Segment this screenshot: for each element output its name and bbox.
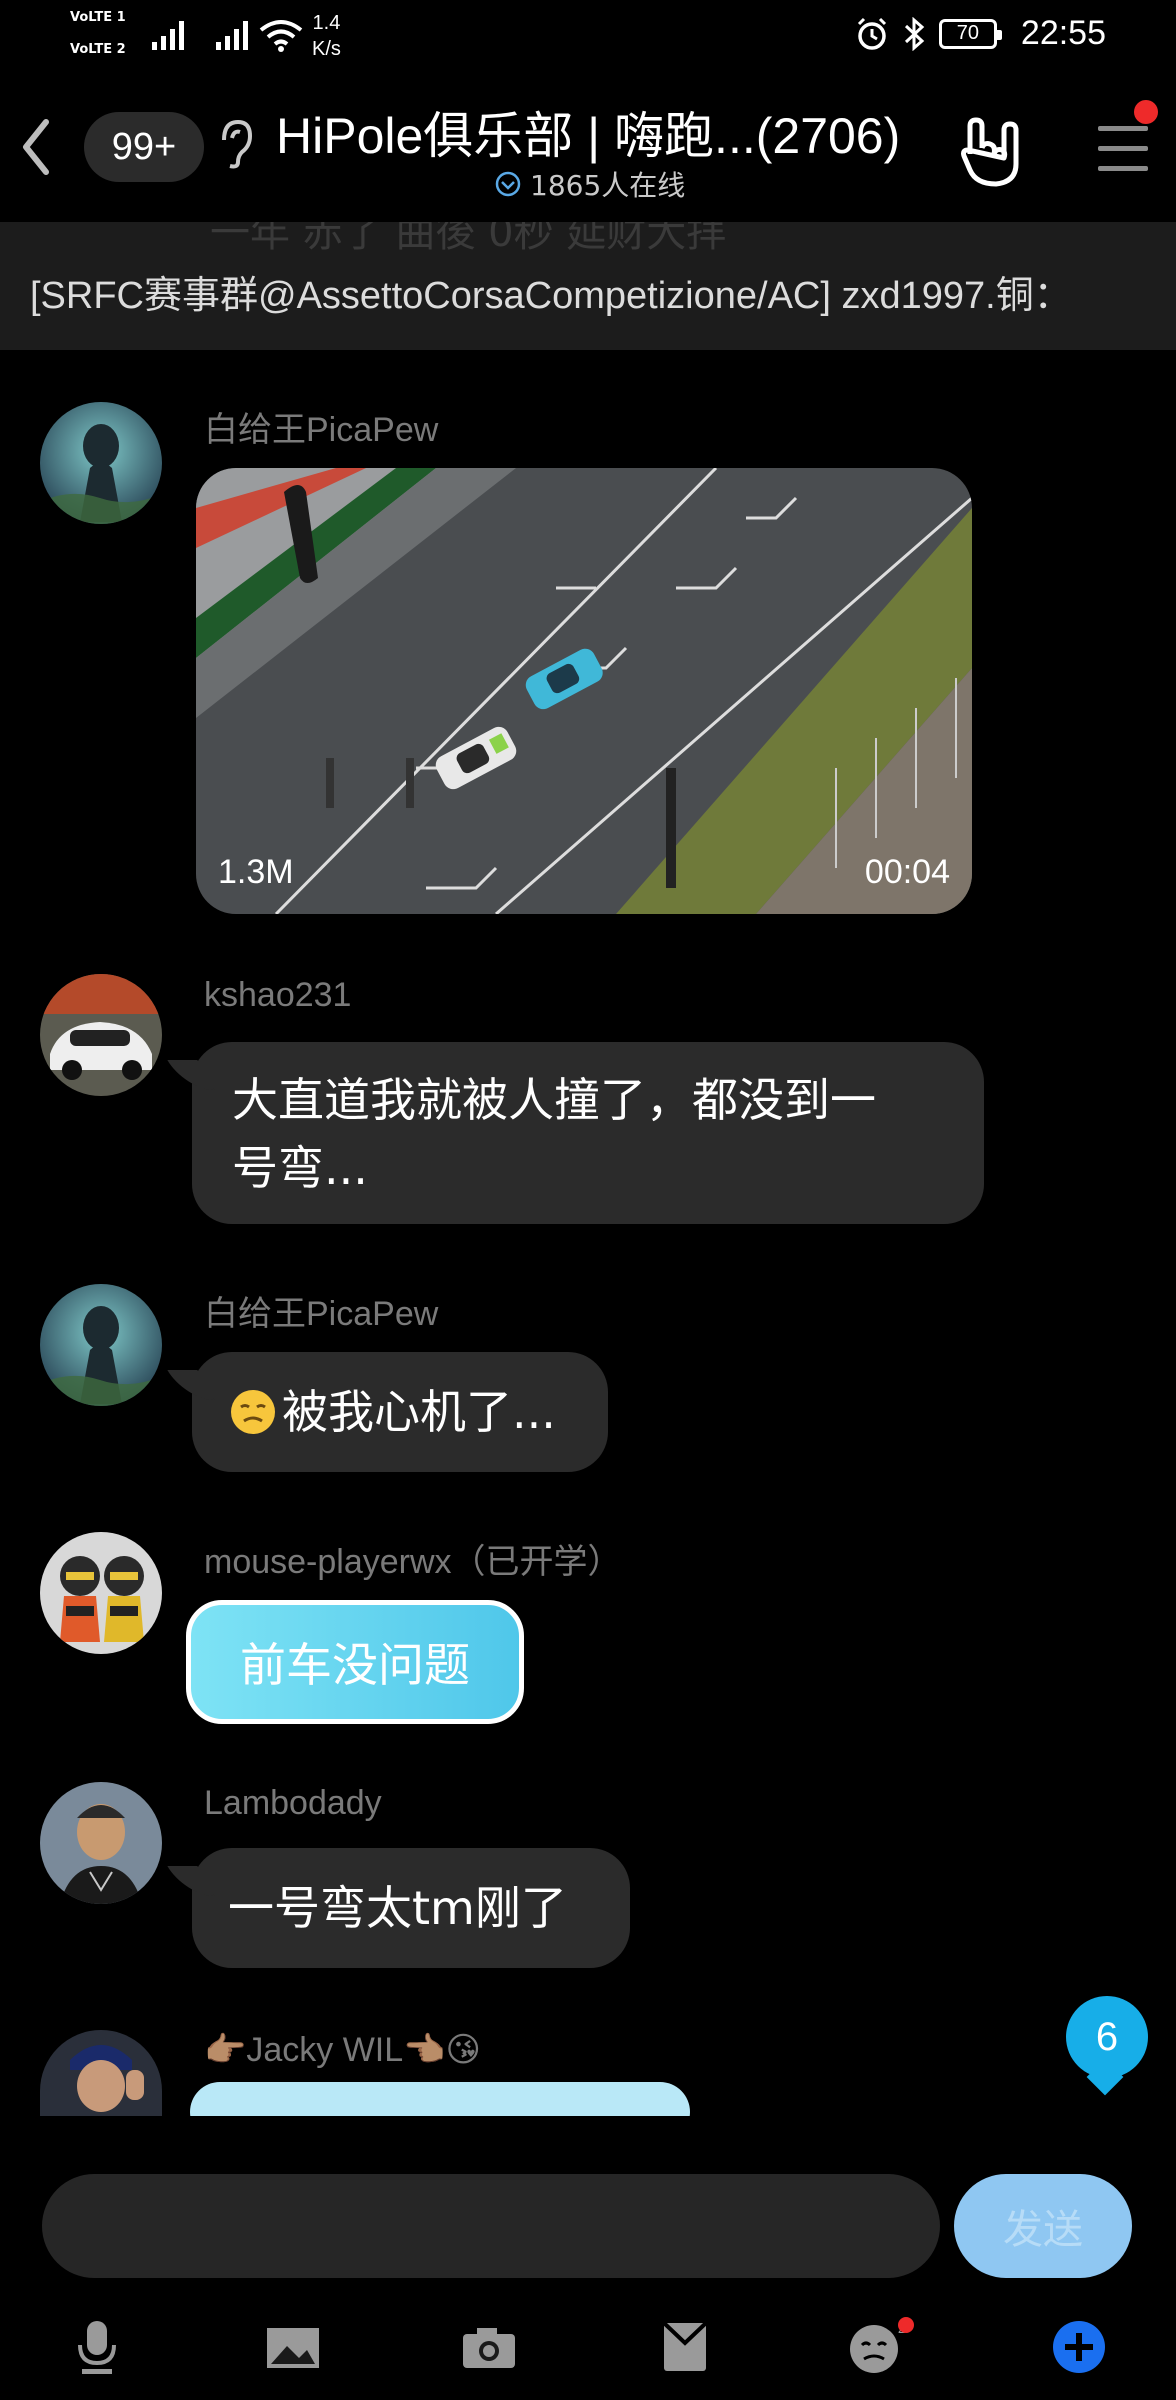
- battery-icon: 70: [938, 18, 1002, 49]
- ear-mode-icon[interactable]: [212, 108, 256, 178]
- plus-icon: [1053, 2321, 1105, 2373]
- input-bar: 发送: [0, 2116, 1176, 2400]
- new-messages-badge[interactable]: 6: [1066, 1996, 1148, 2078]
- sender-name: Lambodady: [204, 1784, 382, 1822]
- race-video-thumbnail: [196, 468, 972, 914]
- notification-dot: [1134, 100, 1158, 124]
- voice-button[interactable]: [62, 2312, 132, 2382]
- video-duration: 00:04: [864, 853, 950, 891]
- avatar-picapew-image: [40, 402, 162, 524]
- video-size: 1.3M: [218, 853, 294, 891]
- back-arrow-icon[interactable]: [14, 112, 58, 182]
- unread-count-badge[interactable]: 99+: [84, 112, 204, 182]
- avatar[interactable]: [40, 1782, 162, 1904]
- sender-name: 白给王PicaPew: [204, 1295, 439, 1333]
- avatar-porsche-image: [40, 974, 162, 1096]
- video-message[interactable]: 1.3M 00:04: [196, 468, 972, 914]
- message-text-line-2: 号弯...: [232, 1141, 368, 1195]
- online-count[interactable]: 1865人在线: [494, 164, 685, 204]
- red-packet-icon: [662, 2321, 708, 2371]
- avatar[interactable]: [40, 402, 162, 524]
- rock-hand-icon[interactable]: [956, 112, 1026, 192]
- send-button[interactable]: 发送: [954, 2174, 1132, 2278]
- message-text: 一号弯太tm刚了: [228, 1881, 567, 1935]
- clock: 22:55: [1020, 14, 1106, 52]
- group-title[interactable]: HiPole俱乐部 | 嗨跑...(2706): [276, 96, 936, 168]
- avatar-helmets-image: [40, 1532, 162, 1654]
- announcement-bar[interactable]: 一年 赤了 曲後 0秒 延财大拝 [SRFC赛事群@AssettoCorsaCo…: [0, 222, 1176, 350]
- microphone-icon: [78, 2321, 116, 2374]
- announcement-text: [SRFC赛事群@AssettoCorsaCompetizione/AC] zx…: [30, 275, 1072, 317]
- red-packet-button[interactable]: [650, 2312, 720, 2382]
- volte-1-indicator: VoLTE 1: [70, 10, 126, 25]
- image-icon: [267, 2328, 319, 2368]
- emoji-notification-dot: [898, 2317, 914, 2333]
- input-toolbar: z: [0, 2312, 1176, 2392]
- sender-name: kshao231: [204, 976, 352, 1014]
- signal-1-icon: [152, 21, 184, 50]
- online-status-icon: [495, 171, 521, 197]
- emoji-button[interactable]: z: [846, 2312, 916, 2382]
- sender-name: mouse-playerwx（已开学）: [204, 1543, 622, 1581]
- chat-header: 99+ HiPole俱乐部 | 嗨跑...(2706) 1865人在线: [0, 72, 1176, 222]
- bluetooth-icon: [904, 16, 925, 51]
- avatar-jacky-image: [40, 2030, 162, 2116]
- text-bubble[interactable]: 一号弯太tm刚了: [192, 1848, 630, 1968]
- emoji-icon: z: [850, 2317, 914, 2373]
- image-button[interactable]: [258, 2312, 328, 2382]
- camera-button[interactable]: [454, 2312, 524, 2382]
- status-bar: VoLTE 1 VoLTE 2 1.4 K/s 70 22:55: [0, 0, 1176, 72]
- avatar-lambodady-image: [40, 1782, 162, 1904]
- group-menu-button[interactable]: [1084, 100, 1168, 200]
- avatar-picapew-image: [40, 1284, 162, 1406]
- partial-bubble[interactable]: [190, 2082, 690, 2118]
- avatar[interactable]: [40, 2030, 162, 2116]
- more-button[interactable]: [1044, 2312, 1114, 2382]
- alarm-icon: [857, 17, 886, 50]
- sender-name: 👉🏽Jacky WIL👈🏽😘: [204, 2031, 481, 2069]
- message-text-line-1: 大直道我就被人撞了，都没到一: [232, 1073, 876, 1127]
- text-bubble[interactable]: 大直道我就被人撞了，都没到一 号弯...: [192, 1042, 984, 1224]
- avatar[interactable]: [40, 1284, 162, 1406]
- avatar[interactable]: [40, 1532, 162, 1654]
- emoji-sly-icon: [231, 1390, 275, 1434]
- wifi-icon: [259, 20, 303, 52]
- camera-icon: [463, 2328, 515, 2368]
- announcement-ghost-text: 一年 赤了 曲後 0秒 延财大拝: [210, 222, 727, 256]
- text-bubble-blue[interactable]: 前车没问题: [186, 1600, 524, 1724]
- text-bubble[interactable]: 被我心机了...: [192, 1352, 608, 1472]
- message-input[interactable]: [42, 2174, 940, 2278]
- network-speed: 1.4 K/s: [312, 12, 341, 60]
- avatar[interactable]: [40, 974, 162, 1096]
- volte-2-indicator: VoLTE 2: [70, 42, 126, 57]
- signal-2-icon: [216, 21, 248, 50]
- message-text: 被我心机了...: [282, 1385, 556, 1439]
- sender-name: 白给王PicaPew: [204, 411, 439, 449]
